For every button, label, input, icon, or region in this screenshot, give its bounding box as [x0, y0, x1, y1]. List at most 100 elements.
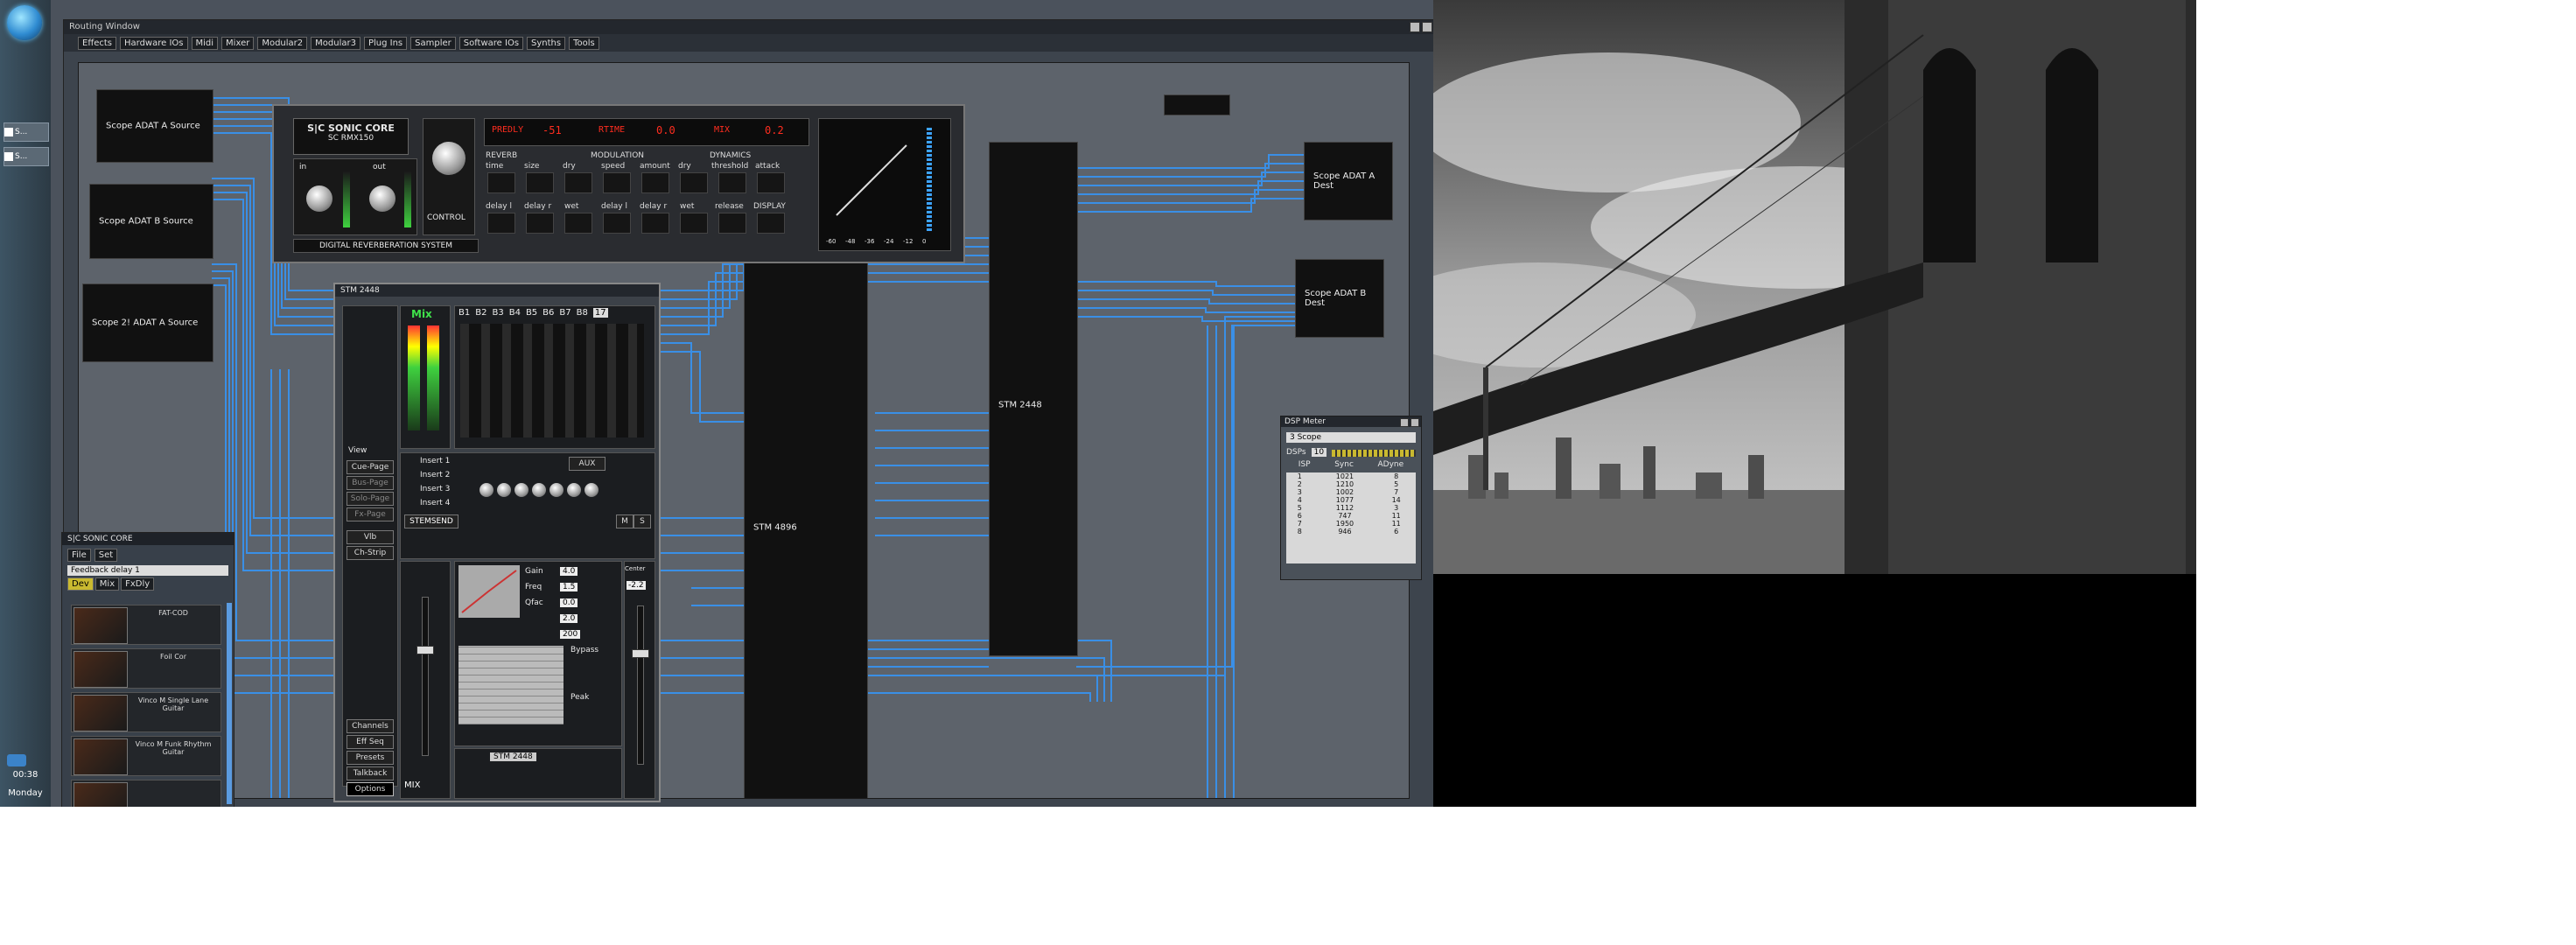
menu-sampler[interactable]: Sampler [410, 36, 456, 50]
menu-modular3[interactable]: Modular3 [311, 36, 360, 50]
start-button[interactable] [7, 5, 42, 40]
amount-button[interactable] [641, 172, 669, 193]
taskbar-button[interactable]: S... [4, 122, 49, 142]
eq-label: Bypass [570, 646, 599, 654]
plugin-item[interactable]: Vinco M Funk Rhythm Guitar [71, 736, 221, 776]
channels-button[interactable]: Channels [346, 719, 394, 733]
master-fader[interactable] [637, 606, 644, 765]
vlb-button[interactable]: Vlb [346, 530, 394, 544]
tab-dev[interactable]: Dev [67, 578, 94, 591]
minimize-icon[interactable] [1400, 418, 1409, 427]
menu-mixer[interactable]: Mixer [221, 36, 255, 50]
adat-a-dest-block[interactable]: Scope ADAT A Dest [1304, 142, 1393, 220]
mod-wet-button[interactable] [680, 213, 708, 234]
minimize-icon[interactable] [1410, 22, 1420, 32]
display-button[interactable] [757, 213, 785, 234]
threshold-button[interactable] [718, 172, 746, 193]
network-icon[interactable] [7, 754, 26, 766]
mute-button[interactable]: M [616, 514, 634, 528]
bus-meter-bars [460, 324, 644, 438]
time-button[interactable] [487, 172, 515, 193]
dry-button[interactable] [564, 172, 592, 193]
size-button[interactable] [526, 172, 554, 193]
send-knob[interactable] [550, 483, 564, 497]
eff-seq-button[interactable]: Eff Seq [346, 735, 394, 749]
file-menu[interactable]: File [67, 549, 91, 562]
tab-fxdly[interactable]: FxDly [121, 578, 155, 591]
speed-button[interactable] [603, 172, 631, 193]
send-knob[interactable] [497, 483, 511, 497]
send-knob[interactable] [567, 483, 581, 497]
menu-midi[interactable]: Midi [191, 36, 219, 50]
fader-handle[interactable] [632, 649, 649, 658]
aux-button[interactable]: AUX [569, 457, 606, 471]
menu-synths[interactable]: Synths [527, 36, 566, 50]
clock[interactable]: 00:38 Monday [0, 770, 51, 798]
solo-page-button[interactable]: Solo-Page [346, 492, 394, 506]
small-module-block[interactable] [1164, 94, 1230, 116]
adat-b-dest-block[interactable]: Scope ADAT B Dest [1295, 259, 1384, 338]
delay-l-button[interactable] [487, 213, 515, 234]
menu-plugins[interactable]: Plug Ins [363, 36, 408, 50]
release-button[interactable] [718, 213, 746, 234]
plugin-item[interactable]: Vinco M Single Lane Guitar [71, 692, 221, 732]
channel-fader[interactable] [422, 597, 429, 756]
close-icon[interactable] [1410, 418, 1419, 427]
adat-b-source-block[interactable]: Scope ADAT B Source [89, 184, 214, 259]
adat-a-source-block[interactable]: Scope ADAT A Source [96, 89, 214, 163]
dsp-titlebar: DSP Meter [1281, 416, 1421, 427]
fx-page-button[interactable]: Fx-Page [346, 508, 394, 522]
control-knob[interactable] [432, 142, 466, 175]
send-knob[interactable] [514, 483, 528, 497]
block-label: STM 2448 [998, 400, 1042, 410]
cue-page-button[interactable]: Cue-Page [346, 460, 394, 474]
window-title: Routing Window [69, 22, 140, 32]
attack-button[interactable] [757, 172, 785, 193]
output-knob[interactable] [369, 186, 396, 212]
delay-r-button[interactable] [526, 213, 554, 234]
tab-mix[interactable]: Mix [94, 578, 120, 591]
mix-meter: Mix [400, 305, 451, 449]
mod-delay-l-button[interactable] [603, 213, 631, 234]
mod-delay-r-button[interactable] [641, 213, 669, 234]
adat-2-source-block[interactable]: Scope 2! ADAT A Source [82, 284, 214, 362]
send-knob[interactable] [532, 483, 546, 497]
preset-dropdown[interactable]: Feedback delay 1 [67, 565, 228, 576]
eq-label: Peak [570, 693, 590, 702]
dsp-device-select[interactable]: 3 Scope [1286, 432, 1416, 443]
send-field[interactable]: STEMSEND [404, 514, 458, 528]
sc-panel-title: S|C SONIC CORE [62, 533, 234, 545]
menu-hardware-ios[interactable]: Hardware IOs [120, 36, 188, 50]
fader-handle[interactable] [416, 646, 434, 654]
stm4896-block[interactable]: STM 4896 [744, 177, 868, 798]
mix-meter-right [427, 326, 439, 430]
presets-button[interactable]: Presets [346, 751, 394, 765]
close-icon[interactable] [1422, 22, 1432, 32]
input-knob[interactable] [306, 186, 332, 212]
menu-software-ios[interactable]: Software IOs [458, 36, 524, 50]
lcd-rtime-label: RTIME [598, 125, 626, 135]
table-row: 6 747 11 [1286, 512, 1416, 520]
send-knob[interactable] [480, 483, 494, 497]
ch-strip-button[interactable]: Ch-Strip [346, 546, 394, 560]
wet-button[interactable] [564, 213, 592, 234]
plugin-item[interactable]: Foil Cor [71, 648, 221, 689]
stm2448-block[interactable]: STM 2448 [989, 142, 1078, 656]
menu-effects[interactable]: Effects [78, 36, 116, 50]
solo-button[interactable]: S [634, 514, 651, 528]
taskbar-button[interactable]: S... [4, 147, 49, 166]
dsp-sync: 1002 [1335, 488, 1354, 496]
bus-page-button[interactable]: Bus-Page [346, 476, 394, 490]
menu-modular2[interactable]: Modular2 [257, 36, 308, 50]
dsp-adyne: 11 [1391, 520, 1401, 528]
options-button[interactable]: Options [346, 782, 394, 796]
plugin-item[interactable] [71, 780, 221, 807]
mix-label: Mix [411, 308, 432, 320]
talkback-button[interactable]: Talkback [346, 766, 394, 780]
set-menu[interactable]: Set [94, 549, 118, 562]
plugin-item[interactable]: FAT-COD [71, 605, 221, 645]
scrollbar[interactable] [227, 603, 232, 804]
mod-dry-button[interactable] [680, 172, 708, 193]
send-knob[interactable] [584, 483, 598, 497]
menu-tools[interactable]: Tools [569, 36, 599, 50]
